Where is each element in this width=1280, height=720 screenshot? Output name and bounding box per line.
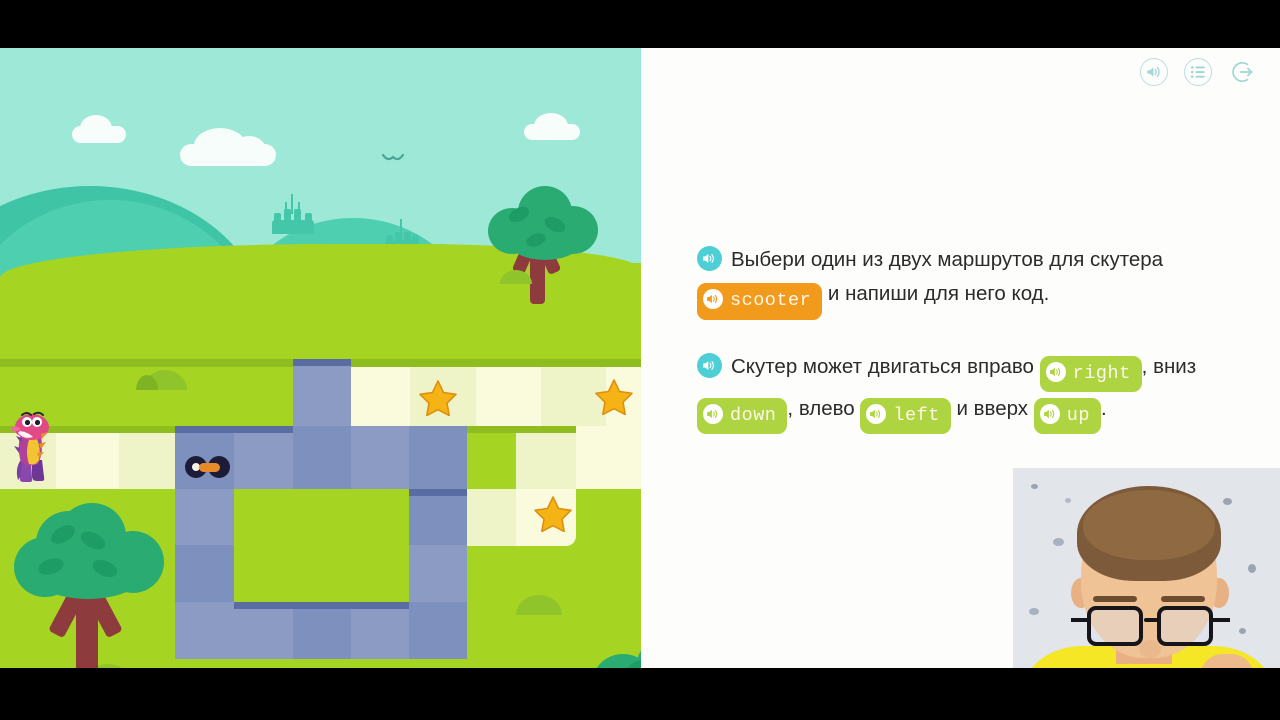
road-tile xyxy=(293,602,351,659)
toolbar xyxy=(1140,58,1256,86)
exit-lesson-button[interactable] xyxy=(1228,58,1256,86)
instruction-text-up: и вверх xyxy=(956,396,1029,420)
webcam-overlay[interactable] xyxy=(1013,468,1280,668)
scooter-body xyxy=(199,463,220,472)
road-tile xyxy=(175,602,234,659)
instruction-paragraph-2: Скутер может двигаться вправо right, вни… xyxy=(697,350,1242,434)
speaker-icon[interactable] xyxy=(697,352,722,378)
instruction-content: Выбери один из двух маршрутов для скутер… xyxy=(697,243,1242,434)
code-chip-label: up xyxy=(1066,404,1090,426)
instruction-text-1b: и напиши для него код. xyxy=(827,282,1050,306)
code-chip-label: left xyxy=(893,404,940,426)
dino-mascot[interactable] xyxy=(8,410,52,482)
glasses-temple xyxy=(1212,618,1230,622)
speaker-icon xyxy=(1146,65,1162,79)
glasses-lens-left xyxy=(1087,606,1143,646)
student-brow xyxy=(1161,596,1205,602)
wall-speck xyxy=(1239,628,1246,634)
speaker-icon xyxy=(703,403,723,424)
tree xyxy=(578,626,641,668)
wall-speck xyxy=(1031,484,1038,489)
bird-icon xyxy=(381,151,405,161)
road-tile xyxy=(409,545,467,602)
speaker-icon xyxy=(866,403,887,424)
code-chip-left[interactable]: left xyxy=(860,397,951,434)
path-tile xyxy=(119,433,175,489)
glasses-bridge xyxy=(1144,618,1160,622)
road-tile xyxy=(175,545,234,602)
code-chip-label: down xyxy=(730,404,777,426)
wall-speck xyxy=(1223,498,1232,505)
road-tile xyxy=(351,426,409,489)
castle xyxy=(272,194,314,234)
code-chip-label: right xyxy=(1072,362,1131,384)
road-tile xyxy=(175,489,234,545)
chip-sep: . xyxy=(1100,396,1107,420)
instruction-text-left: влево xyxy=(798,396,855,420)
path-tile xyxy=(460,489,516,546)
app-root: Выбери один из двух маршрутов для скутер… xyxy=(0,0,1280,720)
code-chip-down[interactable]: down xyxy=(697,397,788,434)
road-tile xyxy=(293,359,351,426)
road-tile xyxy=(409,602,467,659)
letterbox-bottom xyxy=(0,668,1280,720)
path-tile xyxy=(576,426,641,489)
speaker-icon xyxy=(1045,361,1066,382)
path-tile xyxy=(345,367,410,426)
list-icon xyxy=(1190,65,1206,79)
wall-speck xyxy=(1248,564,1256,573)
wall-speck xyxy=(1029,608,1039,615)
path-tile xyxy=(476,367,541,426)
road-tile xyxy=(351,602,409,659)
road-tile xyxy=(409,426,467,489)
game-panel[interactable] xyxy=(0,48,641,668)
instruction-text-2-lead: Скутер может двигаться вправо xyxy=(731,354,1034,378)
chip-sep: , xyxy=(787,396,794,420)
student-hair-highlight xyxy=(1083,490,1215,560)
student-brow xyxy=(1093,596,1137,602)
student-nose xyxy=(1139,640,1161,658)
stage: Выбери один из двух маршрутов для скутер… xyxy=(0,48,1280,668)
road-tile xyxy=(409,489,467,545)
instruction-text-down: вниз xyxy=(1153,354,1197,378)
speaker-icon xyxy=(1039,403,1060,424)
code-chip-label: scooter xyxy=(730,290,812,312)
path-tile xyxy=(56,433,119,489)
star-collectible[interactable] xyxy=(534,496,572,533)
scooter-sprite[interactable] xyxy=(185,456,231,478)
speaker-icon xyxy=(703,289,723,310)
code-chip-right[interactable]: right xyxy=(1039,355,1142,392)
tree xyxy=(482,178,602,304)
wall-speck xyxy=(1053,538,1064,546)
lesson-list-button[interactable] xyxy=(1184,58,1212,86)
cloud xyxy=(180,128,276,166)
glasses-temple xyxy=(1071,618,1089,622)
cloud xyxy=(72,115,126,143)
chip-sep: , xyxy=(1141,354,1148,378)
path-tile xyxy=(516,433,576,489)
star-collectible[interactable] xyxy=(595,379,633,416)
road-tile xyxy=(234,602,293,659)
instruction-text-1a: Выбери один из двух маршрутов для скутер… xyxy=(731,248,1164,271)
wall-speck xyxy=(1065,498,1071,503)
exit-icon xyxy=(1228,58,1256,86)
road-tile xyxy=(293,426,351,489)
code-chip-scooter[interactable]: scooter xyxy=(697,283,823,320)
star-collectible[interactable] xyxy=(419,380,457,417)
tree xyxy=(14,491,164,668)
code-chip-up[interactable]: up xyxy=(1033,397,1101,434)
sound-toggle-button[interactable] xyxy=(1140,58,1168,86)
glasses-lens-right xyxy=(1157,606,1213,646)
cloud xyxy=(524,113,580,140)
speaker-icon[interactable] xyxy=(697,246,722,271)
road-tile xyxy=(234,426,293,489)
letterbox-top xyxy=(0,0,1280,48)
instruction-paragraph-1: Выбери один из двух маршрутов для скутер… xyxy=(697,243,1242,320)
